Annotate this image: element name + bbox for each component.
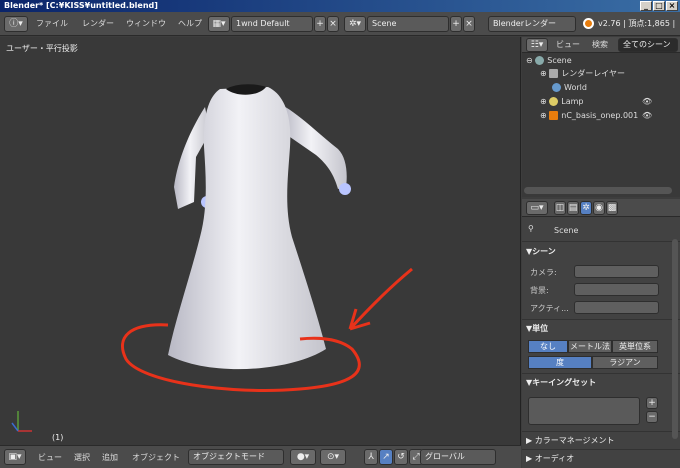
scene-field[interactable]: Scene	[367, 16, 449, 32]
screen-layout-field[interactable]: 1wnd Default	[231, 16, 313, 32]
menu-add[interactable]: 追加	[102, 451, 118, 465]
mesh-icon	[549, 111, 559, 120]
scene-panel-header[interactable]: ▼シーン	[526, 246, 556, 257]
pivot-select-icon[interactable]: ⊙▾	[320, 449, 346, 465]
render-layer-icon	[549, 69, 559, 78]
add-keying-set-icon[interactable]: +	[646, 397, 658, 409]
active-clip-label: アクティ...	[530, 304, 569, 313]
add-layout-icon[interactable]: +	[314, 16, 326, 32]
keying-set-list[interactable]	[528, 397, 640, 425]
version-stats: v2.76 | 頂点:1,865 |	[598, 19, 676, 28]
dress-model[interactable]	[0, 37, 521, 445]
manipulator-icon[interactable]: ⅄	[364, 449, 378, 465]
outliner-menu-search[interactable]: 検索	[592, 38, 608, 52]
mode-select[interactable]: オブジェクトモード	[188, 449, 284, 465]
properties-editor-type-icon[interactable]: ▭▾	[526, 201, 548, 215]
window-title: Blender* [C:¥KISS¥untitled.blend]	[4, 1, 158, 10]
blender-app: Blender* [C:¥KISS¥untitled.blend] _ □ × …	[0, 0, 680, 468]
viewport-editor-type-icon[interactable]: ▣▾	[4, 449, 26, 465]
scene-icon[interactable]: ✲▾	[344, 16, 366, 32]
screen-layout-icon[interactable]: ▦▾	[208, 16, 230, 32]
keying-panel-header[interactable]: ▼キーイングセット	[526, 377, 596, 388]
info-header: ⓘ▾ ファイル レンダー ウィンドウ ヘルプ ▦▾ 1wnd Default +…	[0, 12, 680, 36]
camera-field[interactable]	[574, 265, 659, 278]
maximize-icon[interactable]: □	[653, 1, 665, 11]
background-label: 背景:	[530, 286, 549, 295]
outliner-scrollbar[interactable]	[524, 187, 672, 194]
outliner-item-world[interactable]: World	[552, 82, 587, 94]
color-management-panel-header[interactable]: ▶ カラーマネージメント	[526, 435, 615, 446]
rotate-icon[interactable]: ↺	[394, 449, 408, 465]
degrees-button[interactable]: 度	[528, 356, 592, 369]
world-icon	[552, 83, 561, 92]
3d-viewport[interactable]: ユーザー・平行投影 (1)	[0, 37, 521, 445]
eye-icon[interactable]: 👁	[642, 97, 652, 106]
outliner-item-renderlayer[interactable]: ⊕ レンダーレイヤー	[540, 68, 625, 80]
blender-logo-icon	[583, 18, 594, 29]
pin-icon[interactable]: ⚲	[528, 224, 534, 233]
remove-layout-icon[interactable]: ×	[327, 16, 339, 32]
menu-window[interactable]: ウィンドウ	[126, 17, 166, 31]
editor-type-button[interactable]: ⓘ▾	[4, 16, 28, 32]
annotation-arrow	[348, 267, 413, 331]
outliner-item-scene[interactable]: ⊖ Scene	[526, 55, 572, 67]
remove-scene-icon[interactable]: ×	[463, 16, 475, 32]
properties-editor: ▭▾ ◫ ▤ ✲ ◉ ▩ ⚲ Scene ▼シーン カメラ: 背景: アクティ.…	[522, 199, 680, 468]
current-frame: (1)	[52, 433, 64, 442]
world-tab-icon[interactable]: ◉	[593, 201, 605, 215]
units-metric-button[interactable]: メートル法	[568, 340, 612, 353]
outliner-item-mesh[interactable]: ⊕ nC_basis_onep.001	[540, 110, 638, 122]
window-controls: _ □ ×	[640, 1, 678, 11]
orientation-select[interactable]: グローバル	[420, 449, 496, 465]
outliner-header: ☷▾ ビュー 検索 全てのシーン	[522, 37, 680, 53]
menu-file[interactable]: ファイル	[36, 17, 68, 31]
eye-icon-mesh[interactable]: 👁	[642, 111, 652, 120]
translate-icon[interactable]: ↗	[379, 449, 393, 465]
outliner-editor-type-icon[interactable]: ☷▾	[526, 38, 548, 52]
context-scene-label: Scene	[554, 226, 579, 235]
menu-help[interactable]: ヘルプ	[178, 17, 202, 31]
outliner-menu-view[interactable]: ビュー	[556, 38, 580, 52]
outliner: ☷▾ ビュー 検索 全てのシーン ⊖ Scene ⊕ レンダーレイヤー Worl…	[522, 37, 680, 197]
render-tab-icon[interactable]: ◫	[554, 201, 566, 215]
lamp-icon	[549, 97, 559, 106]
camera-label: カメラ:	[530, 268, 557, 277]
menu-view[interactable]: ビュー	[38, 451, 62, 465]
outliner-item-lamp[interactable]: ⊕ Lamp	[540, 96, 583, 108]
menu-object[interactable]: オブジェクト	[132, 451, 180, 465]
minimize-icon[interactable]: _	[640, 1, 652, 11]
audio-panel-header[interactable]: ▶ オーディオ	[526, 453, 574, 464]
scene-tab-icon[interactable]: ✲	[580, 201, 592, 215]
radians-button[interactable]: ラジアン	[592, 356, 658, 369]
units-imperial-button[interactable]: 英単位系	[612, 340, 658, 353]
menu-select[interactable]: 選択	[74, 451, 90, 465]
properties-header: ▭▾ ◫ ▤ ✲ ◉ ▩	[522, 199, 680, 217]
texture-tab-icon[interactable]: ▩	[606, 201, 618, 215]
render-engine-select[interactable]: Blenderレンダー	[488, 16, 576, 32]
background-field[interactable]	[574, 283, 659, 296]
active-clip-field[interactable]	[574, 301, 659, 314]
scene-icon	[535, 56, 545, 65]
remove-keying-set-icon[interactable]: −	[646, 411, 658, 423]
units-panel-header[interactable]: ▼単位	[526, 323, 548, 334]
menu-render[interactable]: レンダー	[82, 17, 114, 31]
units-none-button[interactable]: なし	[528, 340, 568, 353]
outliner-filter-select[interactable]: 全てのシーン	[618, 38, 678, 52]
window-titlebar: Blender* [C:¥KISS¥untitled.blend] _ □ ×	[0, 0, 680, 12]
layers-tab-icon[interactable]: ▤	[567, 201, 579, 215]
viewport-header: ▣▾ ビュー 選択 追加 オブジェクト オブジェクトモード ●▾ ⊙▾ ⅄ ↗ …	[0, 445, 521, 468]
shading-select-icon[interactable]: ●▾	[290, 449, 316, 465]
close-icon[interactable]: ×	[666, 1, 678, 11]
add-scene-icon[interactable]: +	[450, 16, 462, 32]
properties-scrollbar[interactable]	[672, 239, 678, 439]
